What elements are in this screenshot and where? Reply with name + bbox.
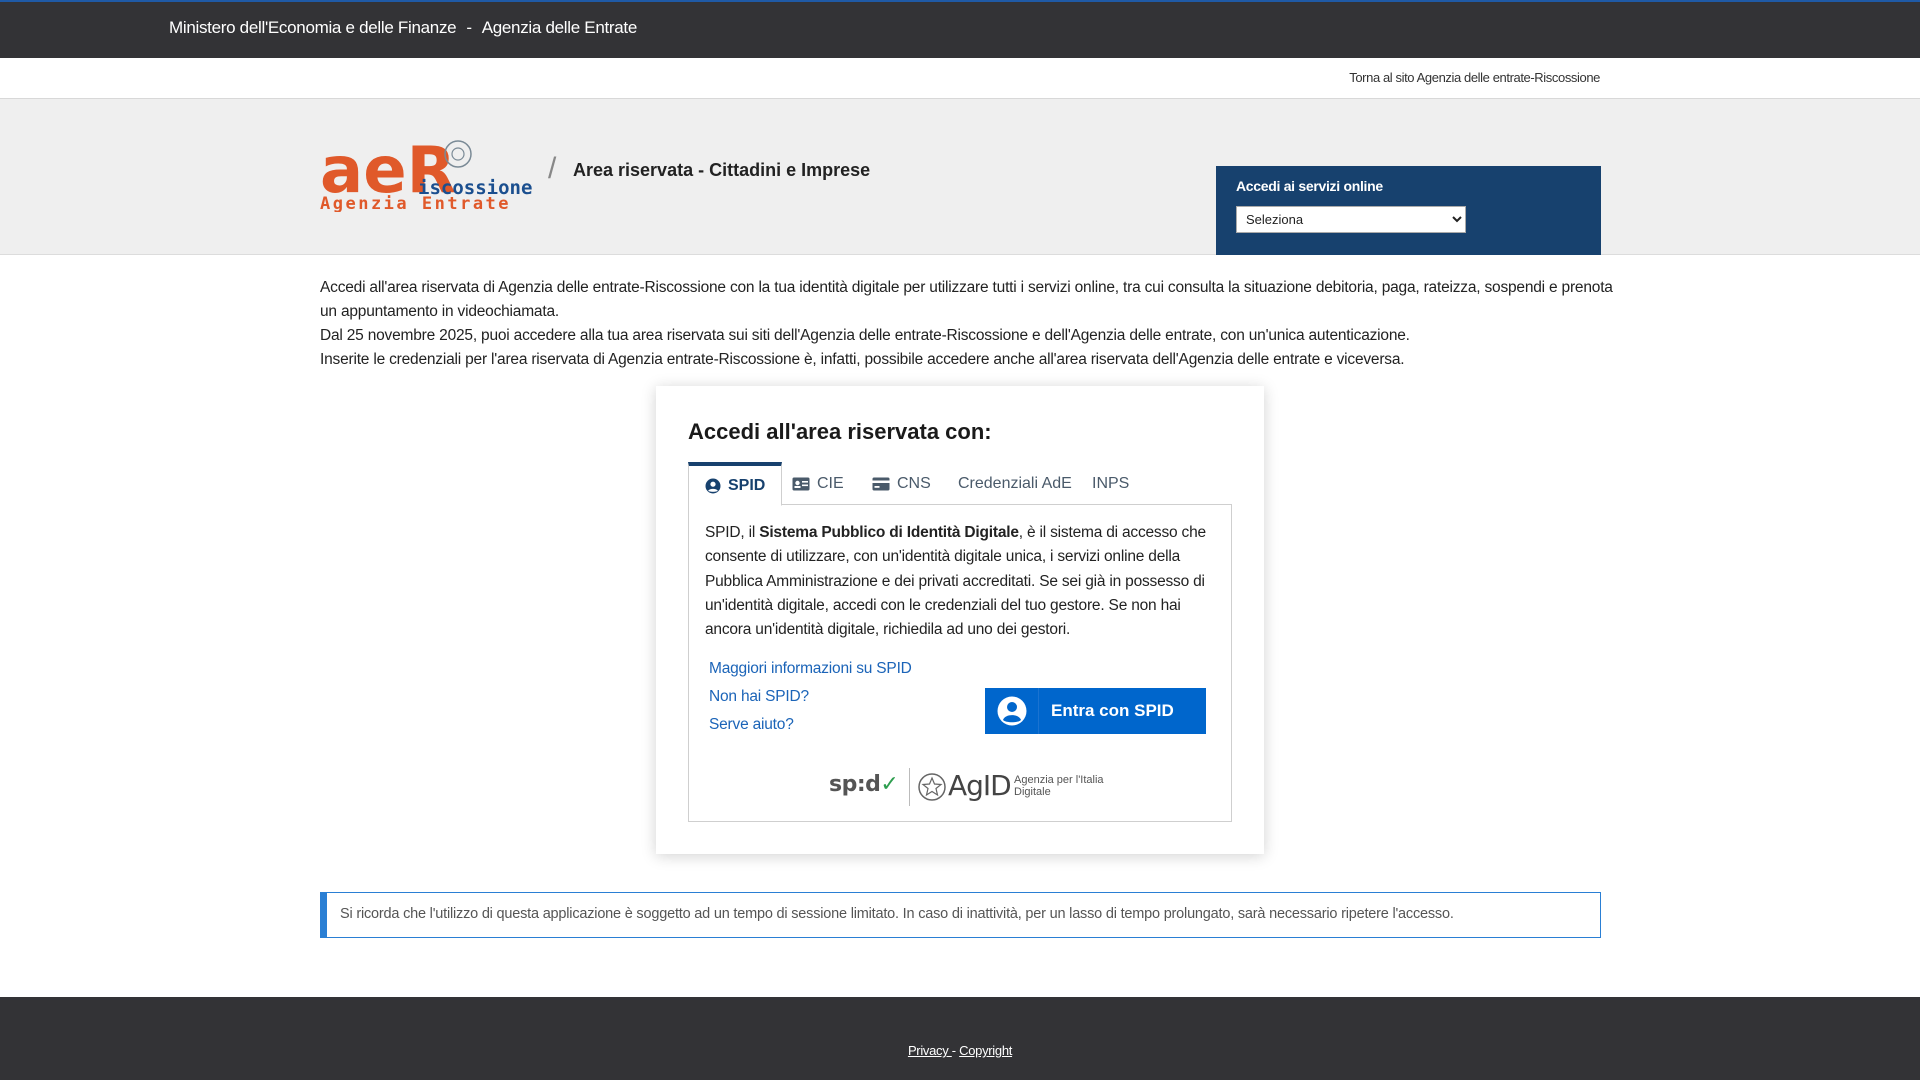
intro-line-3: Inserite le credenziali per l'area riser…: [320, 351, 1405, 368]
logo-word-agenzia: Agenzia Entrate: [320, 194, 511, 212]
sub-bar: Torna al sito Agenzia delle entrate-Risc…: [0, 58, 1920, 99]
brand-row: sp:d✓ AgID Agenzia per l'Italia Digitale: [829, 768, 1119, 806]
spid-logo: sp:d✓: [829, 772, 899, 797]
spid-desc-post: , è il sistema di accesso che consente d…: [705, 524, 1206, 639]
page-header: aeR iscossione Agenzia Entrate / Area ri…: [0, 99, 1920, 255]
tab-inps-label: INPS: [1092, 474, 1130, 492]
footer-separator: -: [951, 1043, 956, 1058]
area-title: Area riservata - Cittadini e Imprese: [573, 160, 871, 180]
tab-spid[interactable]: SPID: [688, 462, 783, 506]
more-info-spid-link[interactable]: Maggiori informazioni su SPID: [709, 655, 912, 683]
tab-spid-label: SPID: [728, 476, 766, 494]
tab-cie-label: CIE: [817, 474, 844, 492]
spid-desc-bold: Sistema Pubblico di Identità Digitale: [759, 524, 1019, 541]
intro-line-1: Accedi all'area riservata di Agenzia del…: [320, 279, 1613, 320]
back-to-site-link[interactable]: Torna al sito Agenzia delle entrate-Risc…: [1349, 70, 1600, 85]
tab-inps[interactable]: INPS: [1076, 462, 1145, 505]
agid-subtitle: Agenzia per l'Italia Digitale: [1014, 774, 1104, 798]
tab-credenziali-ade-label: Credenziali AdE: [958, 474, 1072, 492]
tab-credenziali-ade[interactable]: Credenziali AdE: [942, 462, 1088, 505]
privacy-link[interactable]: Privacy: [908, 1043, 952, 1058]
enter-with-spid-label: Entra con SPID: [1051, 701, 1174, 720]
tab-cns-label: CNS: [897, 474, 931, 492]
id-card-icon: [792, 477, 810, 490]
login-card: Accedi all'area riservata con: SPID CIE: [656, 386, 1264, 854]
login-title: Accedi all'area riservata con:: [688, 419, 992, 444]
user-icon: [997, 696, 1026, 726]
ministry-header: Ministero dell'Economia e delle Finanze -…: [169, 18, 637, 38]
enter-with-spid-button[interactable]: Entra con SPID: [985, 688, 1206, 734]
spid-button-icon-wrap: [985, 688, 1039, 734]
top-bar: Ministero dell'Economia e delle Finanze -…: [0, 0, 1920, 58]
user-circle-icon: [705, 478, 721, 493]
tab-cie[interactable]: CIE: [776, 462, 860, 505]
ministry-separator: -: [466, 18, 472, 37]
credit-card-icon: [872, 477, 890, 490]
session-notice-text: Si ricorda che l'utilizzo di questa appl…: [340, 906, 1454, 922]
spid-tab-panel: SPID, il Sistema Pubblico di Identità Di…: [688, 505, 1232, 822]
copyright-link[interactable]: Copyright: [959, 1043, 1012, 1058]
spid-desc-pre: SPID, il: [705, 524, 760, 541]
tab-cns[interactable]: CNS: [856, 462, 947, 505]
agency-name[interactable]: Agenzia delle Entrate: [482, 18, 638, 37]
need-help-link[interactable]: Serve aiuto?: [709, 711, 912, 739]
no-spid-link[interactable]: Non hai SPID?: [709, 683, 912, 711]
footer-links: Privacy - Copyright: [0, 1043, 1920, 1058]
agid-logo: AgID: [948, 769, 1012, 802]
brand-divider: [909, 768, 910, 806]
agenzia-riscossione-logo[interactable]: aeR iscossione Agenzia Entrate: [320, 132, 540, 214]
check-icon: ✓: [880, 772, 899, 797]
access-services-box: Accedi ai servizi online Seleziona: [1216, 166, 1601, 255]
footer: Privacy - Copyright: [0, 997, 1920, 1080]
spid-links: Maggiori informazioni su SPID Non hai SP…: [709, 655, 912, 739]
login-tabs: SPID CIE CNS Credenziali AdE INPS: [688, 462, 1232, 506]
republic-emblem-icon: [918, 773, 946, 801]
access-services-label: Accedi ai servizi online: [1236, 178, 1383, 194]
header-slash: /: [548, 152, 557, 185]
intro-text: Accedi all'area riservata di Agenzia del…: [320, 276, 1620, 372]
intro-line-2: Dal 25 novembre 2025, puoi accedere alla…: [320, 327, 1410, 344]
ministry-name[interactable]: Ministero dell'Economia e delle Finanze: [169, 18, 457, 37]
access-services-select[interactable]: Seleziona: [1236, 206, 1466, 233]
spid-description: SPID, il Sistema Pubblico di Identità Di…: [705, 521, 1220, 642]
session-notice: Si ricorda che l'utilizzo di questa appl…: [320, 892, 1601, 938]
spid-logo-text: sp:d: [829, 772, 881, 797]
